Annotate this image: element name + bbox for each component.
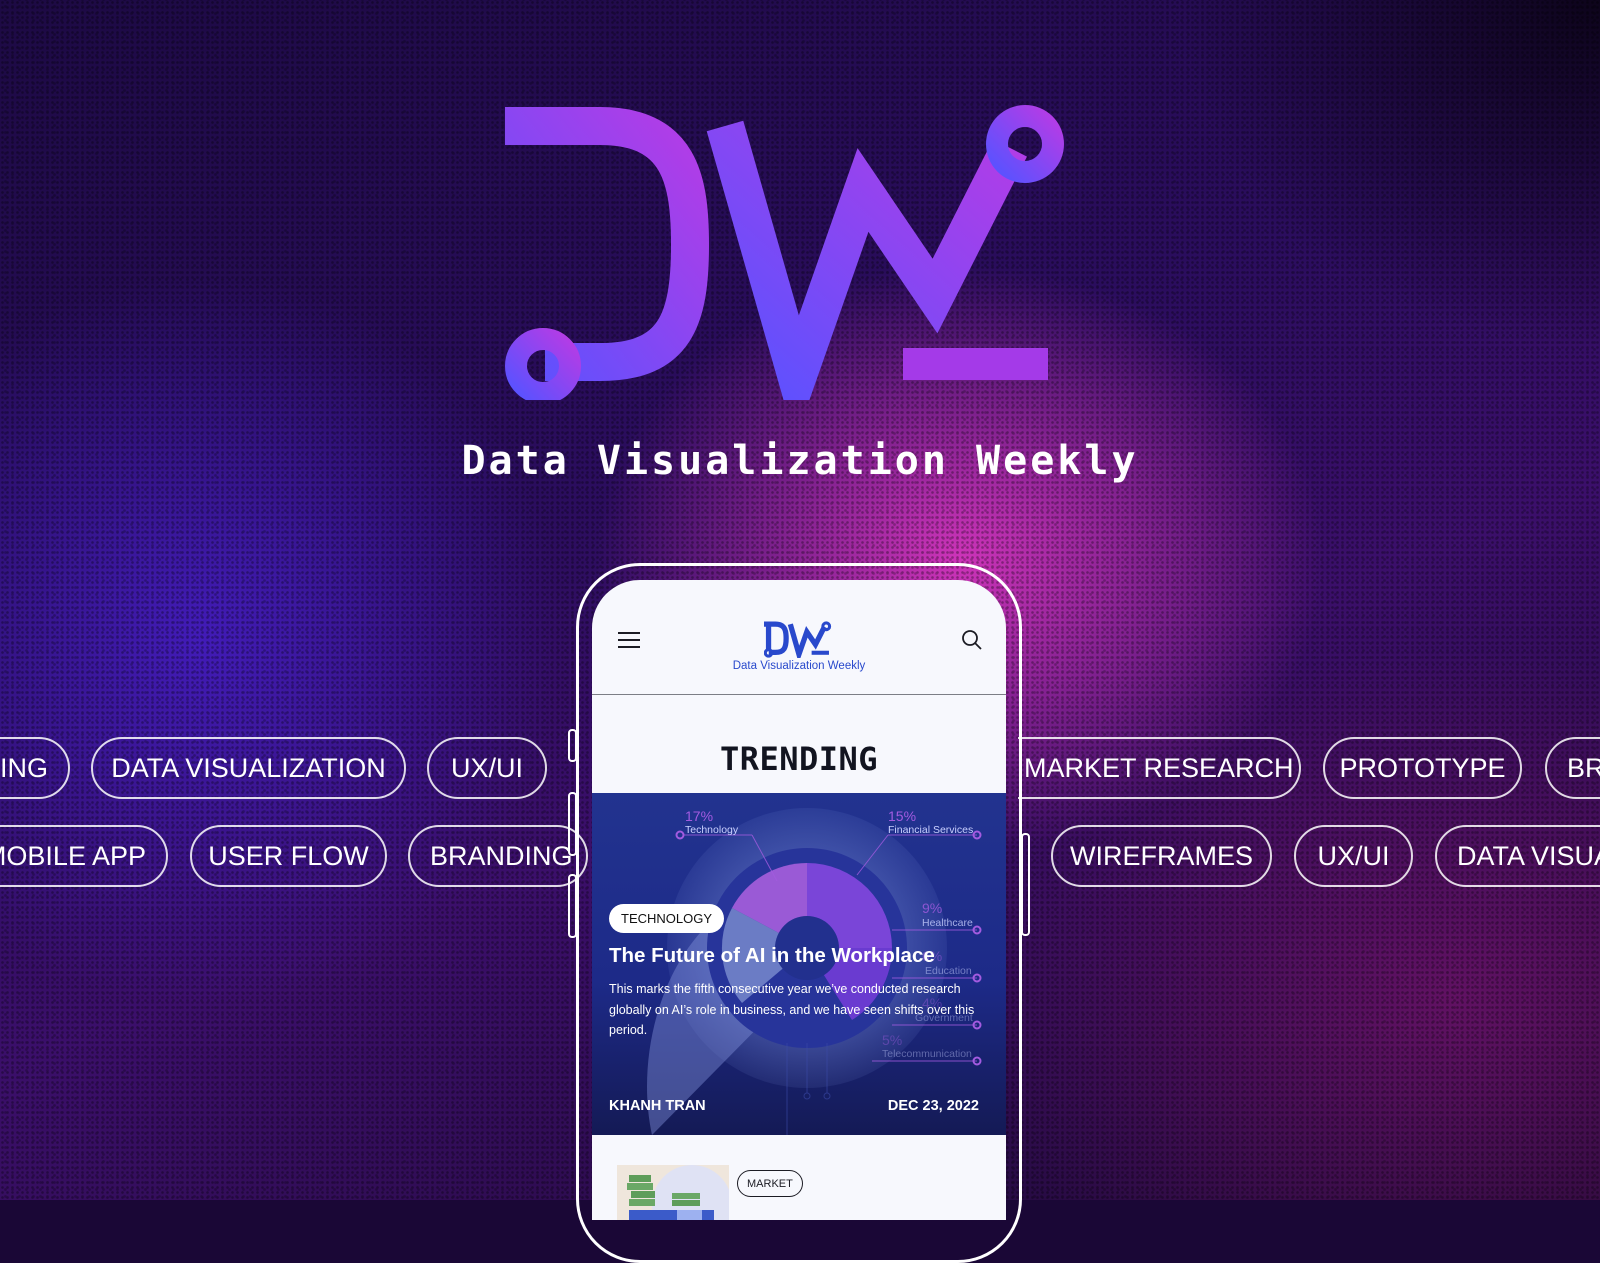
tag-chip[interactable]: PROTOTYPE [1323,737,1522,799]
infographic-percent: 15% [888,808,916,824]
logo-underline [903,348,1048,380]
tag-chip[interactable]: USER FLOW [190,825,387,887]
article-title[interactable]: The Future of AI in the Workplace [609,944,935,968]
article-description: This marks the fifth consecutive year we… [609,982,975,1037]
logo-node-right [986,105,1064,183]
infographic-label: Technology [685,824,739,836]
phone-side-button [568,729,577,762]
app-logo-text: Data Visualization Weekly [732,660,866,672]
dw-logo-large [505,105,1064,400]
infographic-percent: 17% [685,808,713,824]
category-badge[interactable]: MARKET [737,1170,803,1197]
tag-chip[interactable]: MARKET RESEARCH [1018,737,1301,799]
search-icon[interactable] [960,628,984,652]
tag-chip[interactable]: WIREFRAMES [1051,825,1272,887]
tag-chip[interactable]: BRANDING [0,737,70,799]
money-illustration [627,1165,729,1220]
category-badge[interactable]: TECHNOLOGY [609,904,725,933]
phone-power-button [1021,833,1030,936]
tag-chip[interactable]: BRANDING [1545,737,1600,799]
article-card[interactable]: MARKET [592,1135,1006,1220]
tag-chip[interactable]: BRANDING [408,825,588,887]
infographic-label: Healthcare [922,917,973,929]
featured-article-card[interactable]: 17% 15% 9% 6% 4% 5% Technology Financial… [592,793,1006,1135]
logo-node-left [505,328,581,400]
article-date: DEC 23, 2022 [887,1098,979,1114]
section-title: TRENDING [719,740,879,778]
hamburger-menu-icon[interactable] [618,632,640,648]
dw-logo-small[interactable] [764,620,834,658]
article-author: KHANH TRAN [609,1098,706,1114]
phone-side-button [568,792,577,856]
app-header: Data Visualization Weekly [592,580,1006,695]
logo-letter-w [706,120,1027,400]
phone-screen: Data Visualization Weekly TRENDING 17% 1… [592,580,1006,1220]
phone-side-button [568,874,577,938]
brand-tagline: Data Visualization Weekly [461,438,1139,484]
tag-chip[interactable]: MOBILE APP [0,825,168,887]
infographic-label: Financial Services [888,824,973,836]
article-thumbnail [617,1165,729,1220]
tag-chip[interactable]: UX/UI [1294,825,1413,887]
tag-chip[interactable]: DATA VISUALIZATION [1435,825,1600,887]
infographic-label: Telecommunication [882,1048,972,1060]
logo-letter-d [505,107,710,381]
tag-chip[interactable]: DATA VISUALIZATION [91,737,406,799]
tag-chip[interactable]: UX/UI [427,737,547,799]
infographic-percent: 9% [922,900,942,916]
